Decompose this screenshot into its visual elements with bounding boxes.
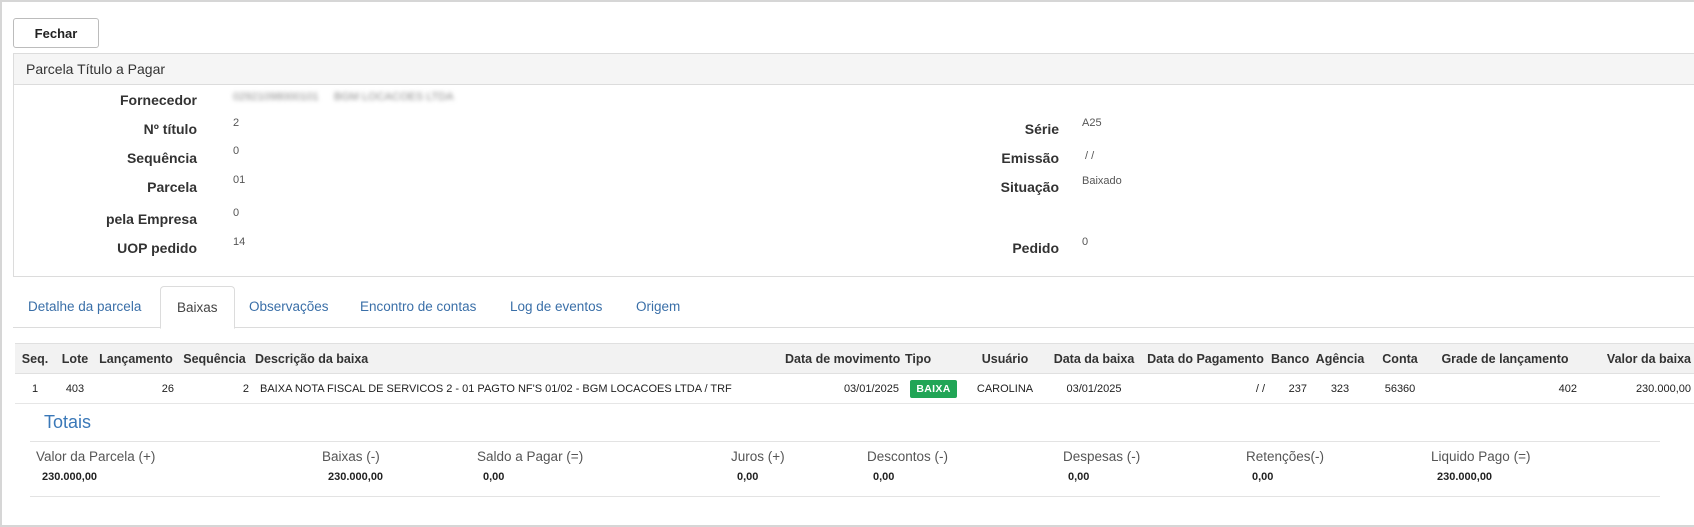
cell-usuario: CAROLINA — [965, 373, 1045, 404]
col-valor[interactable]: Valor da baixa — [1580, 343, 1694, 374]
total-retencoes-value: 0,00 — [1252, 471, 1274, 483]
close-button[interactable]: Fechar — [13, 18, 99, 48]
cell-data-pagamento: / / — [1143, 373, 1268, 404]
tab-log-eventos[interactable]: Log de eventos — [510, 286, 602, 328]
col-conta[interactable]: Conta — [1370, 343, 1430, 374]
col-lote[interactable]: Lote — [55, 343, 95, 374]
cell-conta: 56360 — [1370, 373, 1430, 404]
total-liquido-value: 230.000,00 — [1437, 471, 1493, 483]
serie-value: A25 — [1082, 117, 1102, 129]
table-row[interactable]: 1 403 26 2 BAIXA NOTA FISCAL DE SERVICOS… — [15, 373, 1694, 404]
fornecedor-value: 02921098000101 BGM LOCACOES LTDA — [233, 91, 454, 103]
cell-agencia: 323 — [1310, 373, 1370, 404]
cell-seq: 1 — [15, 373, 55, 404]
sequencia-value: 0 — [233, 145, 240, 157]
baixas-table: Seq. Lote Lançamento Sequência Descrição… — [15, 343, 1694, 404]
fornecedor-label: Fornecedor — [119, 92, 197, 108]
pedido-value: 0 — [1082, 236, 1089, 248]
total-baixas-label: Baixas (-) — [322, 449, 380, 464]
cell-data-movimento: 03/01/2025 — [782, 373, 902, 404]
col-grade[interactable]: Grade de lançamento — [1430, 343, 1580, 374]
num-titulo-value: 2 — [233, 117, 240, 129]
table-header-row: Seq. Lote Lançamento Sequência Descrição… — [15, 343, 1694, 374]
total-valor-parcela-value: 230.000,00 — [42, 471, 98, 483]
col-seq[interactable]: Seq. — [15, 343, 55, 374]
total-juros-value: 0,00 — [737, 471, 759, 483]
total-despesas-label: Despesas (-) — [1063, 449, 1141, 464]
tab-observacoes[interactable]: Observações — [249, 286, 329, 328]
emissao-label: Emissão — [1001, 150, 1059, 166]
col-descricao[interactable]: Descrição da baixa — [252, 343, 782, 374]
col-data-movimento[interactable]: Data de movimento — [782, 343, 902, 374]
col-data-pagamento[interactable]: Data do Pagamento — [1143, 343, 1268, 374]
total-retencoes-label: Retenções(-) — [1246, 449, 1325, 464]
col-agencia[interactable]: Agência — [1310, 343, 1370, 374]
tab-detalhe-parcela[interactable]: Detalhe da parcela — [28, 286, 141, 328]
situacao-value: Baixado — [1082, 175, 1122, 187]
cell-banco: 237 — [1268, 373, 1310, 404]
cell-lancamento: 26 — [95, 373, 177, 404]
total-juros-label: Juros (+) — [731, 449, 785, 464]
pedido-label: Pedido — [1012, 240, 1059, 256]
col-banco[interactable]: Banco — [1268, 343, 1310, 374]
uop-pedido-value: 14 — [233, 236, 246, 248]
cell-grade: 402 — [1430, 373, 1580, 404]
cell-data-baixa: 03/01/2025 — [1045, 373, 1143, 404]
tab-baixas[interactable]: Baixas — [160, 286, 235, 329]
cell-valor: 230.000,00 — [1580, 373, 1694, 404]
col-usuario[interactable]: Usuário — [965, 343, 1045, 374]
col-sequencia[interactable]: Sequência — [177, 343, 252, 374]
total-despesas-value: 0,00 — [1068, 471, 1090, 483]
pela-empresa-label: pela Empresa — [105, 211, 197, 227]
sequencia-label: Sequência — [126, 150, 197, 166]
parcela-panel: Parcela Título a Pagar Fornecedor 029210… — [13, 53, 1694, 277]
tab-bar: Detalhe da parcela Baixas Observações En… — [13, 286, 1694, 329]
total-baixas-value: 230.000,00 — [328, 471, 384, 483]
cell-sequencia: 2 — [177, 373, 252, 404]
total-descontos-value: 0,00 — [873, 471, 895, 483]
col-lancamento[interactable]: Lançamento — [95, 343, 177, 374]
pela-empresa-value: 0 — [233, 207, 240, 219]
col-tipo[interactable]: Tipo — [902, 343, 965, 374]
cell-lote: 403 — [55, 373, 95, 404]
tab-origem[interactable]: Origem — [636, 286, 680, 328]
total-descontos-label: Descontos (-) — [867, 449, 949, 464]
cell-tipo: BAIXA — [902, 373, 965, 404]
num-titulo-label: Nº título — [143, 121, 197, 137]
serie-label: Série — [1024, 121, 1059, 137]
parcela-value: 01 — [233, 174, 246, 186]
total-liquido-label: Liquido Pago (=) — [1431, 449, 1531, 464]
tab-encontro-contas[interactable]: Encontro de contas — [360, 286, 476, 328]
panel-title: Parcela Título a Pagar — [14, 54, 1694, 85]
total-saldo-value: 0,00 — [483, 471, 505, 483]
total-saldo-label: Saldo a Pagar (=) — [477, 449, 584, 464]
fornecedor-name: BGM LOCACOES LTDA — [333, 91, 454, 103]
emissao-value: / / — [1082, 150, 1095, 162]
tipo-badge: BAIXA — [910, 379, 957, 398]
col-data-baixa[interactable]: Data da baixa — [1045, 343, 1143, 374]
parcela-label: Parcela — [147, 179, 197, 195]
total-valor-parcela-label: Valor da Parcela (+) — [36, 449, 156, 464]
situacao-label: Situação — [1000, 179, 1059, 195]
totais-bottom-divider — [30, 496, 1660, 497]
totais-divider — [30, 441, 1660, 442]
cell-descricao: BAIXA NOTA FISCAL DE SERVICOS 2 - 01 PAG… — [252, 373, 782, 404]
fornecedor-code: 02921098000101 — [233, 91, 319, 103]
totais-title: Totais — [44, 412, 92, 432]
baixas-table-wrap: Seq. Lote Lançamento Sequência Descrição… — [15, 343, 1694, 404]
uop-pedido-label: UOP pedido — [117, 240, 197, 256]
